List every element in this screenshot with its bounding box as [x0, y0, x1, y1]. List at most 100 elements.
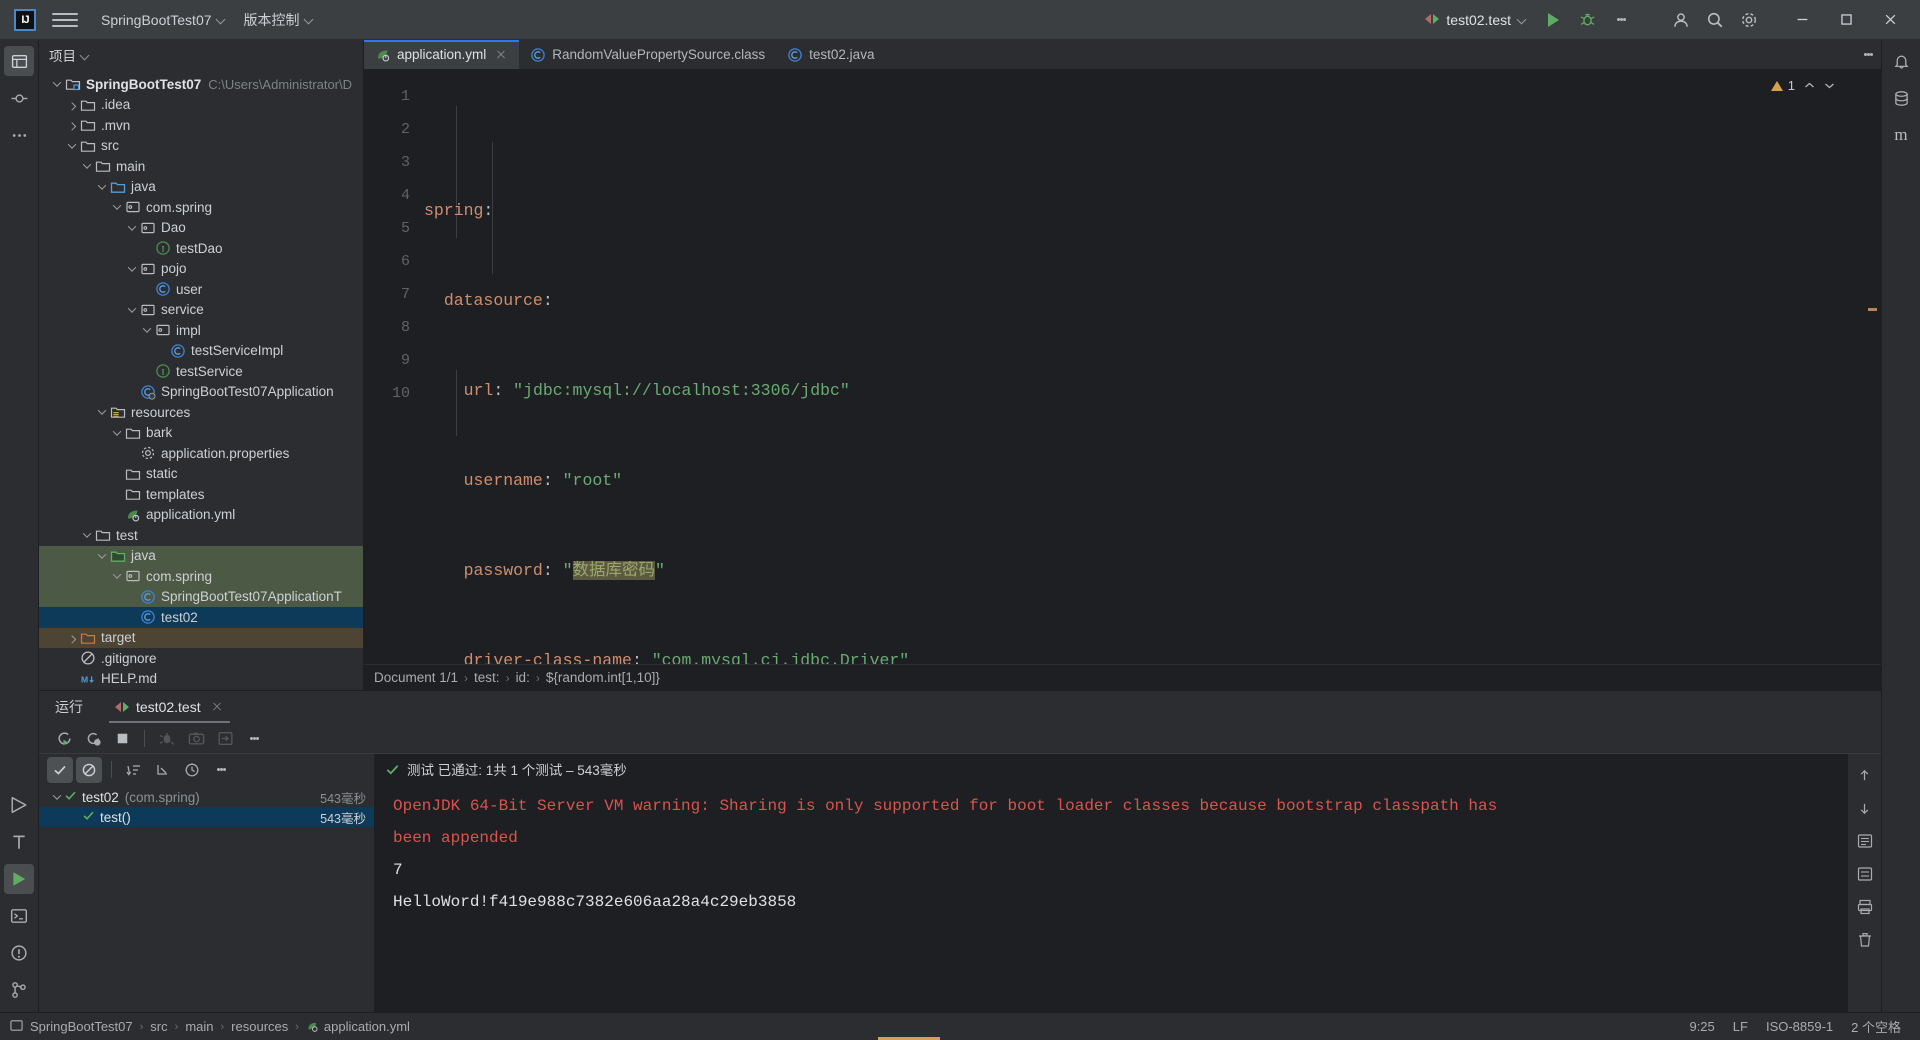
run-tab-test02[interactable]: test02.test — [105, 691, 234, 723]
database-button[interactable] — [1886, 83, 1916, 113]
tree-item-testservice[interactable]: ItestService — [39, 361, 363, 382]
hamburger-menu-icon[interactable] — [52, 7, 78, 33]
status-breadcrumb-segment[interactable]: SpringBootTest07 — [30, 1019, 133, 1034]
chevron-down-icon[interactable] — [109, 573, 124, 579]
tree-item-main[interactable]: main — [39, 156, 363, 177]
chevron-down-icon[interactable] — [79, 532, 94, 538]
stripe-commit-button[interactable] — [4, 83, 34, 113]
nav-arrows[interactable] — [1804, 82, 1815, 89]
tree-item-com-spring[interactable]: com.spring — [39, 197, 363, 218]
tree-item--gitignore[interactable]: .gitignore — [39, 648, 363, 669]
tree-item-resources[interactable]: resources — [39, 402, 363, 423]
tree-item-impl[interactable]: impl — [39, 320, 363, 341]
chevron-down-icon[interactable] — [94, 553, 109, 559]
stripe-run-active-button[interactable] — [4, 864, 34, 894]
code-editor[interactable]: 1 2 3 4 5 6 7 8 9 10 spring: datasource: url: "jd… — [364, 70, 1881, 664]
tree-item-java[interactable]: java — [39, 545, 363, 566]
screenshot-icon[interactable] — [183, 725, 209, 751]
soft-wrap-icon[interactable] — [1852, 828, 1878, 854]
editor-tab-test02-java[interactable]: test02.java — [776, 40, 885, 69]
close-icon[interactable] — [210, 700, 224, 714]
chevron-right-icon[interactable] — [64, 122, 79, 128]
maven-button[interactable]: m — [1886, 120, 1916, 150]
status-breadcrumb-segment[interactable]: resources — [231, 1019, 288, 1034]
tree-item--mvn[interactable]: .mvn — [39, 115, 363, 136]
tree-item-help-md[interactable]: M HELP.md — [39, 669, 363, 690]
tree-item-test02[interactable]: test02 — [39, 607, 363, 628]
debug-icon[interactable] — [154, 725, 180, 751]
chevron-right-icon[interactable] — [64, 635, 79, 641]
account-button[interactable] — [1666, 5, 1696, 35]
run-configuration-selector[interactable]: test02.test — [1416, 8, 1536, 32]
tree-item-service[interactable]: service — [39, 300, 363, 321]
stripe-build-button[interactable] — [4, 827, 34, 857]
tree-item-bark[interactable]: bark — [39, 423, 363, 444]
console-output[interactable]: OpenJDK 64-Bit Server VM warning: Sharin… — [375, 784, 1847, 1012]
tree-item-dao[interactable]: Dao — [39, 218, 363, 239]
chevron-down-icon[interactable] — [124, 225, 139, 231]
more-actions-button[interactable] — [1606, 5, 1636, 35]
breadcrumb-segment[interactable]: test: — [474, 670, 500, 685]
tree-item-src[interactable]: src — [39, 136, 363, 157]
chevron-down-icon[interactable] — [49, 81, 64, 87]
chevron-down-icon[interactable] — [64, 143, 79, 149]
editor-tab-randomvaluepropertysource-class[interactable]: RandomValuePropertySource.class — [519, 40, 776, 69]
status-breadcrumb-segment[interactable]: src — [150, 1019, 167, 1034]
history-icon[interactable] — [179, 757, 205, 783]
status-breadcrumb[interactable]: SpringBootTest07 › src › main › resources › appl… — [30, 1019, 410, 1034]
tree-item-springboottest07application[interactable]: SpringBootTest07Application — [39, 382, 363, 403]
more-vertical-icon[interactable] — [241, 725, 267, 751]
tree-item-application-yml[interactable]: application.yml — [39, 505, 363, 526]
close-icon[interactable] — [494, 48, 508, 62]
breadcrumb-segment[interactable]: id: — [516, 670, 530, 685]
stripe-vcs-button[interactable] — [4, 975, 34, 1005]
breadcrumb[interactable]: Document 1/1 › test: › id: › ${random.int[1,10… — [364, 664, 1881, 690]
scroll-up-icon[interactable] — [1852, 762, 1878, 788]
scroll-down-icon[interactable] — [1852, 795, 1878, 821]
chevron-down-icon[interactable] — [139, 327, 154, 333]
expand-icon[interactable] — [150, 757, 176, 783]
test-tree-row[interactable]: test() 543毫秒 — [39, 807, 374, 827]
minimize-button[interactable] — [1780, 1, 1824, 39]
tree-item-test[interactable]: test — [39, 525, 363, 546]
version-control-menu[interactable]: 版本控制 — [235, 6, 323, 34]
chevron-down-icon[interactable] — [124, 307, 139, 313]
tree-item-target[interactable]: target — [39, 627, 363, 648]
editor-tab-application-yml[interactable]: application.yml — [364, 40, 520, 69]
editor-tab-bar[interactable]: application.yml RandomValuePropertySource… — [364, 40, 1881, 70]
test-tree-rows[interactable]: test02 (com.spring) 543毫秒 test() 543毫秒 — [39, 785, 374, 1012]
test-tree-row[interactable]: test02 (com.spring) 543毫秒 — [39, 787, 374, 807]
chevron-down-icon[interactable] — [109, 430, 124, 436]
stripe-problems-button[interactable] — [4, 938, 34, 968]
tree-item-testserviceimpl[interactable]: testServiceImpl — [39, 341, 363, 362]
tree-item-testdao[interactable]: ItestDao — [39, 238, 363, 259]
caret-position[interactable]: 9:25 — [1680, 1019, 1723, 1034]
rerun-icon[interactable] — [51, 725, 77, 751]
chevron-down-icon[interactable] — [94, 184, 109, 190]
export-icon[interactable] — [212, 725, 238, 751]
chevron-down-icon[interactable] — [1824, 82, 1835, 89]
status-breadcrumb-segment[interactable]: main — [185, 1019, 213, 1034]
debug-button[interactable] — [1572, 5, 1602, 35]
chevron-down-icon[interactable] — [124, 266, 139, 272]
chevron-down-icon[interactable] — [49, 794, 64, 800]
tree-item-user[interactable]: user — [39, 279, 363, 300]
tree-item-com-spring[interactable]: com.spring — [39, 566, 363, 587]
tree-item-application-properties[interactable]: application.properties — [39, 443, 363, 464]
tree-item-static[interactable]: static — [39, 464, 363, 485]
tree-item-springboottest07applicationt[interactable]: SpringBootTest07ApplicationT — [39, 586, 363, 607]
trash-icon[interactable] — [1852, 927, 1878, 953]
stripe-more-button[interactable] — [4, 120, 34, 150]
stripe-run-button[interactable] — [4, 790, 34, 820]
chevron-down-icon[interactable] — [109, 204, 124, 210]
more-vertical-icon[interactable] — [1855, 40, 1881, 69]
maximize-button[interactable] — [1824, 1, 1868, 39]
scrollbar-marker[interactable] — [1868, 308, 1877, 311]
line-separator[interactable]: LF — [1724, 1019, 1757, 1034]
breadcrumb-segment[interactable]: Document 1/1 — [374, 670, 458, 685]
tree-item-templates[interactable]: templates — [39, 484, 363, 505]
breadcrumb-segment[interactable]: ${random.int[1,10]} — [546, 670, 660, 685]
file-encoding[interactable]: ISO-8859-1 — [1757, 1019, 1842, 1034]
tree-item--idea[interactable]: .idea — [39, 95, 363, 116]
chevron-down-icon[interactable] — [94, 409, 109, 415]
